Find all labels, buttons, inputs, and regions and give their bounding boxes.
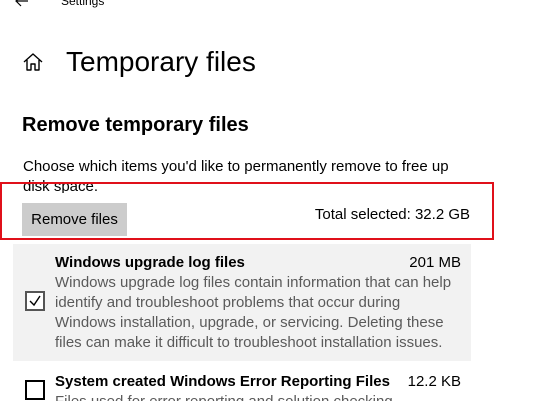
home-icon[interactable] [22,51,44,73]
list-item[interactable]: Windows upgrade log files 201 MB Windows… [13,244,471,361]
app-title: Settings [61,0,105,8]
page-header: Temporary files [22,44,542,80]
title-bar: Settings [0,0,558,13]
item-description: Files used for error reporting and solut… [55,392,465,401]
section-title: Remove temporary files [22,114,249,136]
remove-files-button[interactable]: Remove files [22,203,127,236]
page-title: Temporary files [66,46,256,77]
item-description: Windows upgrade log files contain inform… [55,274,452,351]
item-name: Windows upgrade log files [55,254,245,271]
item-checkbox[interactable] [25,291,45,311]
item-size: 201 MB [409,254,461,271]
item-checkbox[interactable] [25,380,45,400]
item-name: System created Windows Error Reporting F… [55,373,390,390]
checkmark-icon [29,295,41,307]
item-size: 12.2 KB [407,373,461,390]
total-selected-label: Total selected: 32.2 GB [314,206,470,223]
back-arrow-icon[interactable] [14,0,30,9]
list-item[interactable]: System created Windows Error Reporting F… [13,368,471,401]
